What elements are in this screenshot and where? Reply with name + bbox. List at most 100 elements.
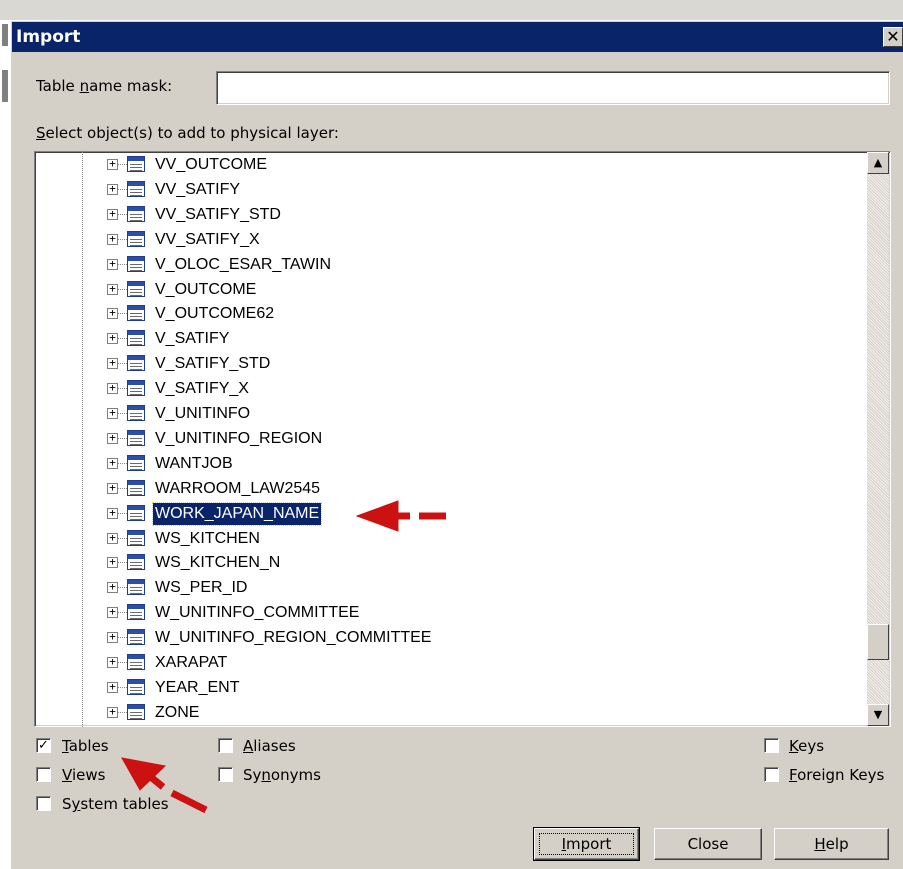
expand-icon[interactable]: + — [107, 581, 118, 593]
tree-item[interactable]: + V_SATIFY_X — [107, 378, 847, 402]
expand-icon[interactable]: + — [107, 457, 118, 469]
help-button[interactable]: Help — [774, 828, 889, 860]
tree-connector — [118, 463, 127, 464]
import-button[interactable]: Import — [533, 827, 640, 861]
expand-icon[interactable]: + — [107, 532, 118, 544]
synonyms-checkbox[interactable] — [218, 767, 233, 782]
expand-icon[interactable]: + — [107, 208, 118, 220]
table-icon — [127, 256, 145, 272]
scroll-up-button[interactable]: ▲ — [867, 152, 889, 174]
table-icon — [127, 231, 145, 247]
table-name-mask-input[interactable] — [216, 71, 890, 105]
foreign-keys-checkbox[interactable] — [764, 767, 779, 782]
tree-item[interactable]: + WORK_JAPAN_NAME — [107, 502, 847, 527]
table-icon — [127, 330, 145, 346]
aliases-checkbox[interactable] — [218, 738, 233, 753]
tree-connector — [118, 637, 127, 638]
tree-item[interactable]: + WS_KITCHEN_N — [107, 552, 847, 576]
tree-item[interactable]: + YEAR_ENT — [107, 677, 847, 701]
expand-icon[interactable]: + — [107, 407, 118, 419]
tree-item-label: V_SATIFY_STD — [155, 355, 271, 372]
tree-item[interactable]: + VV_OUTCOME — [107, 154, 847, 178]
table-icon — [127, 505, 145, 521]
expand-icon[interactable]: + — [107, 307, 118, 319]
tree-item[interactable]: + WANTJOB — [107, 453, 847, 477]
tree-item[interactable]: + V_SATIFY_STD — [107, 353, 847, 377]
foreign-keys-label[interactable]: Foreign Keys — [789, 766, 884, 784]
tree-item[interactable]: + V_UNITINFO_REGION — [107, 428, 847, 452]
select-objects-label: Select object(s) to add to physical laye… — [36, 124, 339, 142]
tree-connector — [118, 363, 127, 364]
table-name-mask-label: Table name mask: — [36, 77, 173, 95]
tree-item[interactable]: + ZONE — [107, 702, 847, 726]
expand-icon[interactable]: + — [107, 258, 118, 270]
tree-item[interactable]: + VV_SATIFY_X — [107, 229, 847, 253]
tree-item-label: V_UNITINFO — [155, 405, 251, 422]
tree-item-label: W_UNITINFO_REGION_COMMITTEE — [155, 629, 432, 646]
expand-icon[interactable]: + — [107, 631, 118, 643]
desktop-background — [0, 0, 903, 20]
expand-icon[interactable]: + — [107, 482, 118, 494]
tree-connector — [118, 513, 127, 514]
tables-checkbox[interactable]: ✓ — [36, 738, 51, 753]
close-button[interactable]: Close — [654, 828, 762, 860]
table-icon — [127, 679, 145, 695]
expand-icon[interactable]: + — [107, 656, 118, 668]
tree-connector — [118, 538, 127, 539]
tree-connector — [118, 587, 127, 588]
expand-icon[interactable]: + — [107, 606, 118, 618]
close-window-button[interactable]: ✕ — [883, 27, 903, 47]
tree-item[interactable]: + VV_SATIFY — [107, 179, 847, 203]
tree-item[interactable]: + V_OUTCOME — [107, 279, 847, 303]
close-icon: ✕ — [886, 27, 900, 46]
expand-icon[interactable]: + — [107, 233, 118, 245]
table-icon — [127, 480, 145, 496]
expand-icon[interactable]: + — [107, 357, 118, 369]
aliases-label[interactable]: Aliases — [243, 737, 296, 755]
scroll-thumb[interactable] — [867, 624, 889, 660]
tree-item[interactable]: + W_UNITINFO_COMMITTEE — [107, 602, 847, 626]
views-checkbox[interactable] — [36, 767, 51, 782]
tree-item[interactable]: + WS_PER_ID — [107, 577, 847, 601]
scroll-down-button[interactable]: ▼ — [867, 704, 889, 726]
expand-icon[interactable]: + — [107, 332, 118, 344]
keys-label[interactable]: Keys — [789, 737, 824, 755]
system-tables-label[interactable]: System tables — [62, 795, 169, 813]
checkmark-icon: ✓ — [38, 738, 49, 753]
tree-item-label: V_OLOC_ESAR_TAWIN — [155, 256, 332, 273]
table-icon — [127, 156, 145, 172]
views-label[interactable]: Views — [62, 766, 105, 784]
tree-item-label: VV_SATIFY_STD — [155, 206, 281, 223]
tree-item[interactable]: + WS_KITCHEN — [107, 528, 847, 552]
expand-icon[interactable]: + — [107, 681, 118, 693]
tree-connector — [118, 239, 127, 240]
table-icon — [127, 530, 145, 546]
expand-icon[interactable]: + — [107, 158, 118, 170]
expand-icon[interactable]: + — [107, 432, 118, 444]
expand-icon[interactable]: + — [107, 183, 118, 195]
keys-checkbox[interactable] — [764, 738, 779, 753]
tree-item[interactable]: + WARROOM_LAW2545 — [107, 478, 847, 502]
table-icon — [127, 380, 145, 396]
tree-connector — [118, 438, 127, 439]
tree-item[interactable]: + V_OUTCOME62 — [107, 303, 847, 327]
expand-icon[interactable]: + — [107, 382, 118, 394]
expand-icon[interactable]: + — [107, 556, 118, 568]
expand-icon[interactable]: + — [107, 706, 118, 718]
tree-item[interactable]: + XARAPAT — [107, 652, 847, 676]
tree-connector — [118, 338, 127, 339]
tree-item[interactable]: + V_UNITINFO — [107, 403, 847, 427]
tree-item[interactable]: + V_SATIFY — [107, 328, 847, 352]
tables-label[interactable]: Tables — [62, 737, 109, 755]
synonyms-label[interactable]: Synonyms — [243, 766, 321, 784]
tree-item[interactable]: + W_UNITINFO_REGION_COMMITTEE — [107, 627, 847, 651]
arrow-up-icon: ▲ — [873, 156, 883, 169]
tree-item-label: WORK_JAPAN_NAME — [151, 502, 323, 526]
tree-item[interactable]: + V_OLOC_ESAR_TAWIN — [107, 254, 847, 278]
expand-icon[interactable]: + — [107, 283, 118, 295]
tree-item-label: VV_SATIFY — [155, 181, 241, 198]
system-tables-checkbox[interactable] — [36, 796, 51, 811]
tree-connector — [118, 612, 127, 613]
expand-icon[interactable]: + — [107, 507, 118, 519]
tree-item[interactable]: + VV_SATIFY_STD — [107, 204, 847, 228]
